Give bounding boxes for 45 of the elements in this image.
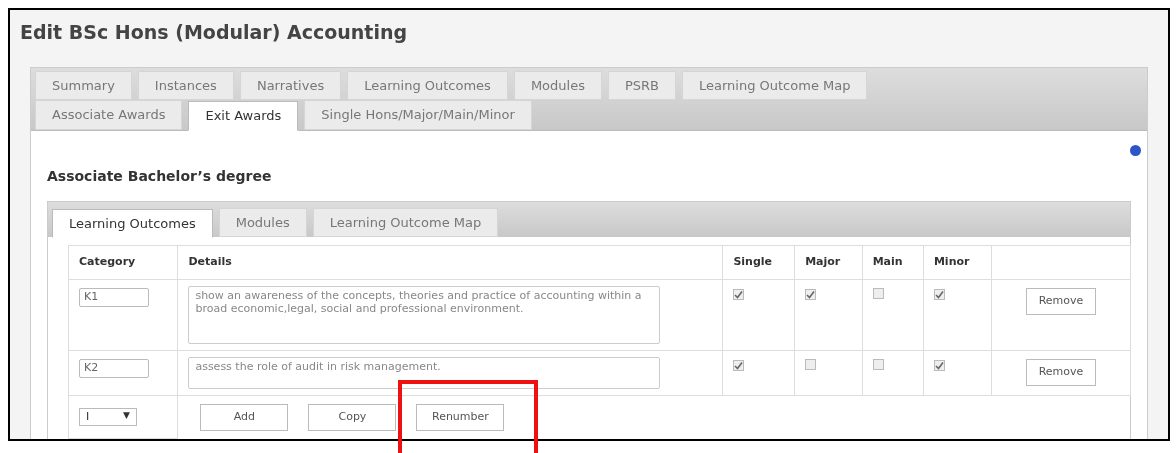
page-title: Edit BSc Hons (Modular) Accounting: [19, 20, 409, 45]
category-field[interactable]: K1: [79, 288, 149, 307]
tab[interactable]: Single Hons/Major/Main/Minor: [304, 100, 532, 130]
category-field[interactable]: K2: [79, 359, 149, 378]
check-icon: [734, 290, 744, 299]
checkbox[interactable]: [733, 360, 745, 371]
tab[interactable]: Modules: [218, 207, 307, 237]
column-header: Category: [79, 255, 136, 269]
column-header: Minor: [933, 255, 970, 269]
tab[interactable]: Learning Outcome Map: [682, 70, 868, 100]
column-header: Main: [872, 255, 903, 269]
details-field[interactable]: assess the role of audit in risk management.: [188, 357, 661, 389]
tab[interactable]: Narratives: [239, 70, 342, 100]
category-select[interactable]: I ▼: [79, 407, 137, 427]
tab[interactable]: Learning Outcomes: [347, 70, 508, 100]
tab[interactable]: PSRB: [607, 70, 676, 100]
details-field[interactable]: show an awareness of the concepts, theories and practice of accounting within a broad economic,legal, social and professional environment.: [188, 286, 661, 344]
tab[interactable]: Exit Awards: [188, 101, 299, 131]
tab[interactable]: Learning Outcomes: [52, 208, 213, 238]
tab[interactable]: Modules: [513, 70, 602, 100]
checkbox[interactable]: [872, 359, 884, 370]
check-icon: [934, 361, 944, 370]
remove-button[interactable]: Remove: [1025, 359, 1097, 386]
checkbox[interactable]: [733, 289, 745, 300]
column-header: Single: [733, 255, 773, 269]
info-icon[interactable]: [1130, 144, 1141, 156]
checkbox[interactable]: [805, 359, 817, 370]
checkbox[interactable]: [933, 289, 945, 300]
action-button[interactable]: Add: [200, 404, 289, 431]
check-icon: [734, 361, 744, 370]
checkbox[interactable]: [872, 288, 884, 299]
checkbox[interactable]: [933, 360, 945, 371]
action-button[interactable]: Renumber: [416, 404, 505, 431]
check-icon: [806, 290, 816, 299]
tab[interactable]: Instances: [137, 70, 234, 100]
column-header: Major: [805, 255, 841, 269]
action-button[interactable]: Copy: [308, 404, 397, 431]
checkbox[interactable]: [805, 289, 817, 300]
tab[interactable]: Summary: [35, 70, 132, 100]
tab[interactable]: Associate Awards: [35, 100, 183, 130]
column-header: Details: [188, 255, 232, 269]
tab[interactable]: Learning Outcome Map: [312, 207, 499, 237]
remove-button[interactable]: Remove: [1025, 288, 1097, 315]
section-heading: Associate Bachelor’s degree: [47, 166, 272, 186]
check-icon: [934, 290, 944, 299]
